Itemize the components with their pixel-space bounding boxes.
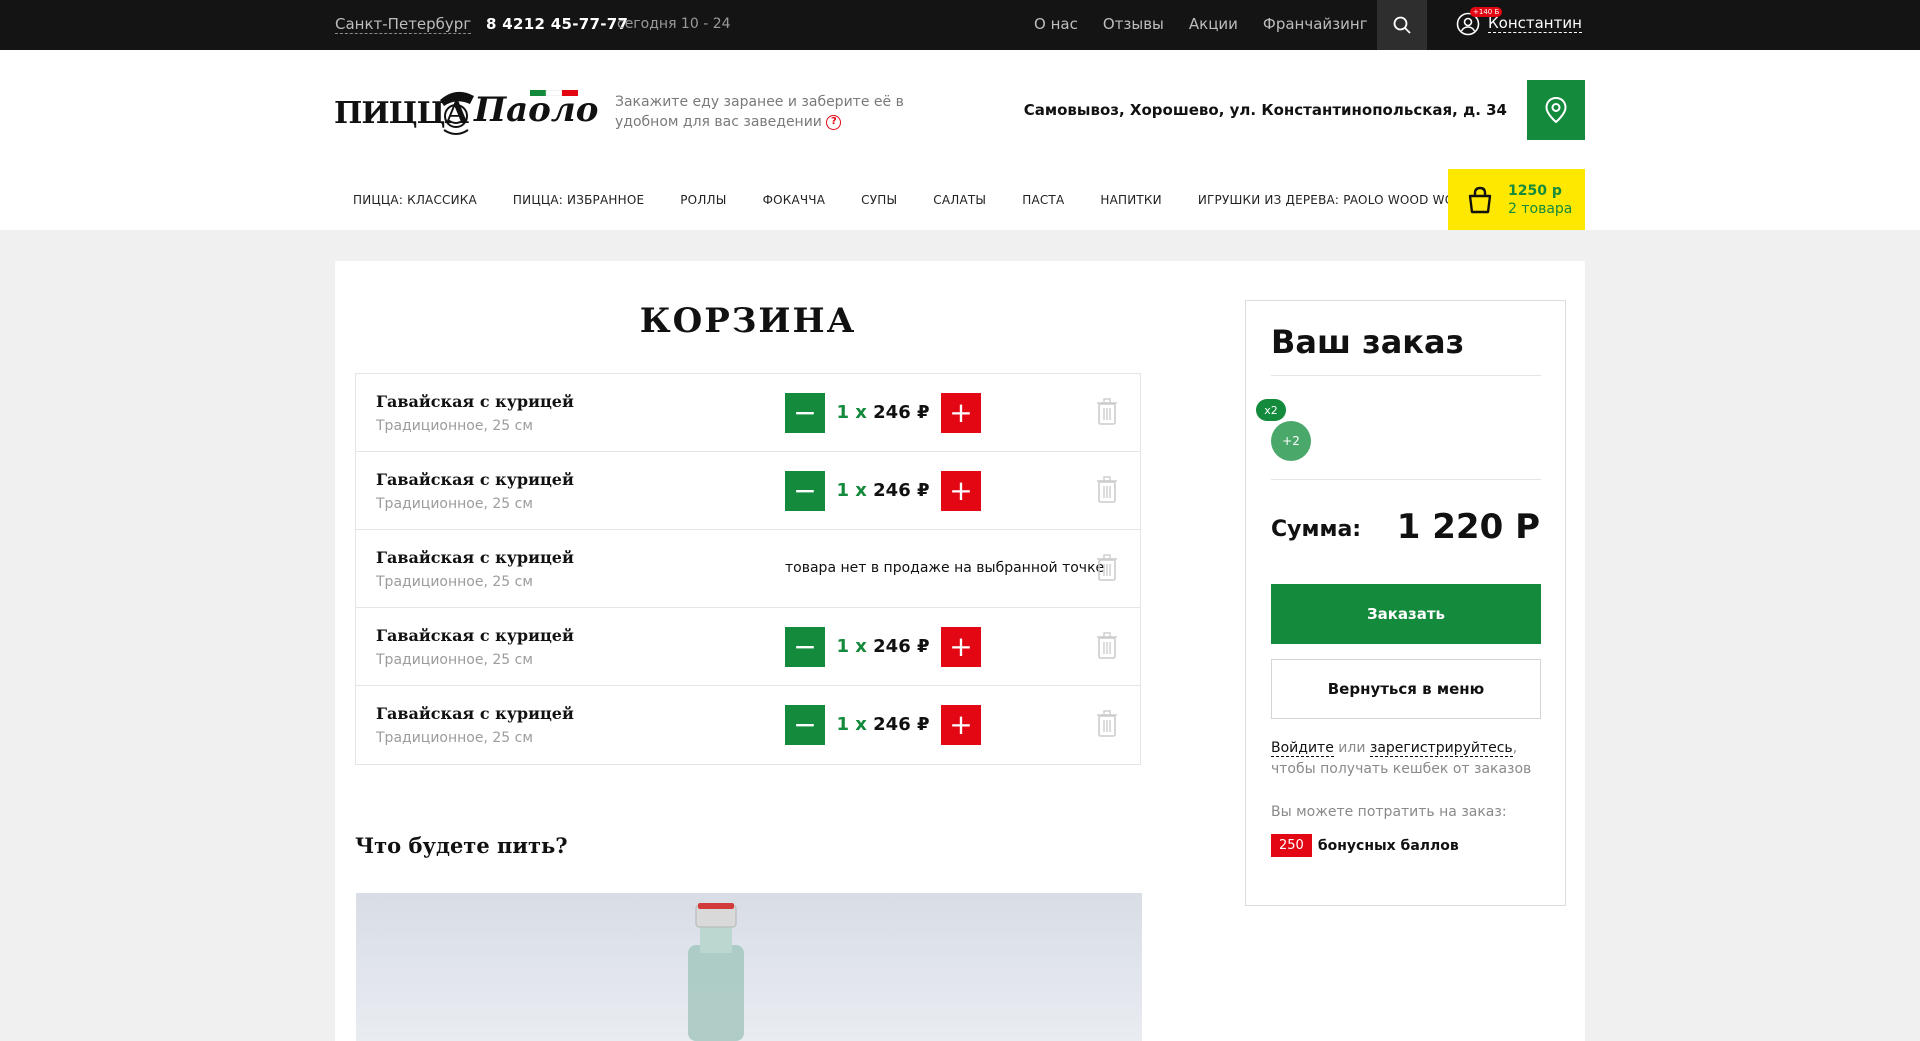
summary-title: Ваш заказ [1271, 323, 1465, 361]
user-menu[interactable]: +140 Б Константин [1456, 7, 1582, 36]
item-count-badge: x2 [1256, 399, 1286, 421]
chef-icon [440, 91, 474, 135]
trash-icon[interactable] [1096, 398, 1118, 426]
main-content: КОРЗИНА Гавайская с курицей Традиционное… [335, 261, 1585, 1041]
working-hours: сегодня 10 - 24 [617, 16, 731, 32]
page-title: КОРЗИНА [639, 301, 857, 341]
cart-sum: 1250 р [1508, 182, 1562, 199]
trash-icon[interactable] [1096, 710, 1118, 738]
item-desc: Традиционное, 25 см [376, 496, 533, 512]
trash-icon[interactable] [1096, 632, 1118, 660]
decrease-button[interactable]: − [785, 627, 825, 667]
unavailable-note: товара нет в продаже на выбранной точке [785, 560, 1105, 576]
menu-wood-toys[interactable]: Игрушки из дерева: Paolo Wood Work [1198, 193, 1471, 207]
increase-button[interactable]: + [941, 627, 981, 667]
trash-icon[interactable] [1096, 476, 1118, 504]
decrease-button[interactable]: − [785, 393, 825, 433]
divider [1271, 479, 1541, 480]
cart-item: Гавайская с курицей Традиционное, 25 см … [356, 608, 1140, 686]
bonus-value: 250 [1271, 834, 1312, 857]
shopping-bag-icon [1468, 186, 1492, 213]
user-name[interactable]: Константин [1488, 15, 1582, 33]
item-name: Гавайская с курицей [376, 626, 574, 645]
back-to-menu-button[interactable]: Вернуться в меню [1271, 659, 1541, 719]
cart-item: Гавайская с курицей Традиционное, 25 см … [356, 686, 1140, 764]
cart-item: Гавайская с курицей Традиционное, 25 см … [356, 452, 1140, 530]
total-label: Сумма: [1271, 517, 1362, 542]
search-icon [1393, 16, 1411, 34]
increase-button[interactable]: + [941, 471, 981, 511]
cart-item: Гавайская с курицей Традиционное, 25 см … [356, 374, 1140, 452]
header: ПИЦЦА Паоло Закажите еду заранее и забер… [0, 50, 1920, 230]
divider [1271, 375, 1541, 376]
decrease-button[interactable]: − [785, 705, 825, 745]
phone-number[interactable]: 8 4212 45-77-77 [486, 15, 628, 33]
order-summary: Ваш заказ x2 +2 Сумма: 1 220 Р Заказать … [1245, 300, 1566, 906]
item-desc: Традиционное, 25 см [376, 730, 533, 746]
bonus-points: 250 бонусных баллов [1271, 834, 1459, 857]
drinks-title: Что будете пить? [355, 833, 568, 858]
total-value: 1 220 Р [1396, 507, 1540, 547]
item-quantity-price: 1 x 246 ₽ [836, 480, 930, 501]
help-icon[interactable]: ? [826, 114, 842, 130]
cart-item-unavailable: Гавайская с курицей Традиционное, 25 см … [356, 530, 1140, 608]
bonus-badge: +140 Б [1470, 7, 1503, 17]
drink-image[interactable] [356, 893, 1142, 1041]
trash-icon[interactable] [1096, 554, 1118, 582]
item-name: Гавайская с курицей [376, 704, 574, 723]
item-name: Гавайская с курицей [376, 470, 574, 489]
cart-count: 2 товара [1508, 200, 1573, 217]
bottle-image [688, 903, 744, 1041]
auth-prompt: Войдите или зарегистрируйтесь, чтобы пол… [1271, 740, 1532, 777]
bonus-label: бонусных баллов [1317, 837, 1459, 854]
menu-drinks[interactable]: Напитки [1100, 193, 1161, 207]
register-link[interactable]: зарегистрируйтесь [1369, 740, 1513, 757]
location-button[interactable] [1527, 80, 1585, 140]
top-bar: Санкт-Петербург 8 4212 45-77-77 сегодня … [0, 0, 1920, 50]
item-quantity-price: 1 x 246 ₽ [836, 402, 930, 423]
nav-about[interactable]: О нас [1034, 15, 1078, 33]
cart-button[interactable]: 1250 р 2 товара [1448, 169, 1585, 230]
item-quantity-price: 1 x 246 ₽ [836, 636, 930, 657]
pickup-address[interactable]: Самовывоз, Хорошево, ул. Константинополь… [1000, 101, 1507, 119]
item-desc: Традиционное, 25 см [376, 652, 533, 668]
increase-button[interactable]: + [941, 705, 981, 745]
login-link[interactable]: Войдите [1271, 740, 1334, 757]
more-items-button[interactable]: +2 [1271, 421, 1311, 461]
menu-soups[interactable]: Супы [861, 193, 897, 207]
top-nav: О нас Отзывы Акции Франчайзинг [1034, 15, 1368, 33]
menu-salads[interactable]: Салаты [933, 193, 986, 207]
item-quantity-price: 1 x 246 ₽ [836, 714, 930, 735]
category-menu: Пицца: классика Пицца: избранное Роллы Ф… [353, 193, 1507, 207]
map-pin-icon [1545, 97, 1567, 123]
menu-focaccia[interactable]: Фокачча [763, 193, 826, 207]
menu-pizza-classic[interactable]: Пицца: классика [353, 193, 477, 207]
italian-flag-icon [530, 90, 578, 96]
item-name: Гавайская с курицей [376, 548, 574, 567]
nav-promotions[interactable]: Акции [1189, 15, 1238, 33]
cart-items: Гавайская с курицей Традиционное, 25 см … [355, 373, 1141, 765]
spend-label: Вы можете потратить на заказ: [1271, 804, 1507, 820]
menu-rolls[interactable]: Роллы [680, 193, 726, 207]
menu-pizza-favorites[interactable]: Пицца: избранное [513, 193, 644, 207]
increase-button[interactable]: + [941, 393, 981, 433]
promo-text: Закажите еду заранее и заберите её в удо… [615, 94, 904, 130]
item-desc: Традиционное, 25 см [376, 418, 533, 434]
logo[interactable]: ПИЦЦА Паоло [334, 82, 598, 138]
item-name: Гавайская с курицей [376, 392, 574, 411]
search-button[interactable] [1377, 0, 1427, 50]
decrease-button[interactable]: − [785, 471, 825, 511]
city-selector[interactable]: Санкт-Петербург [335, 15, 472, 34]
checkout-button[interactable]: Заказать [1271, 584, 1541, 644]
nav-reviews[interactable]: Отзывы [1103, 15, 1164, 33]
nav-franchise[interactable]: Франчайзинг [1263, 15, 1368, 33]
item-desc: Традиционное, 25 см [376, 574, 533, 590]
logo-script: Паоло [474, 90, 599, 130]
menu-pasta[interactable]: Паста [1022, 193, 1064, 207]
